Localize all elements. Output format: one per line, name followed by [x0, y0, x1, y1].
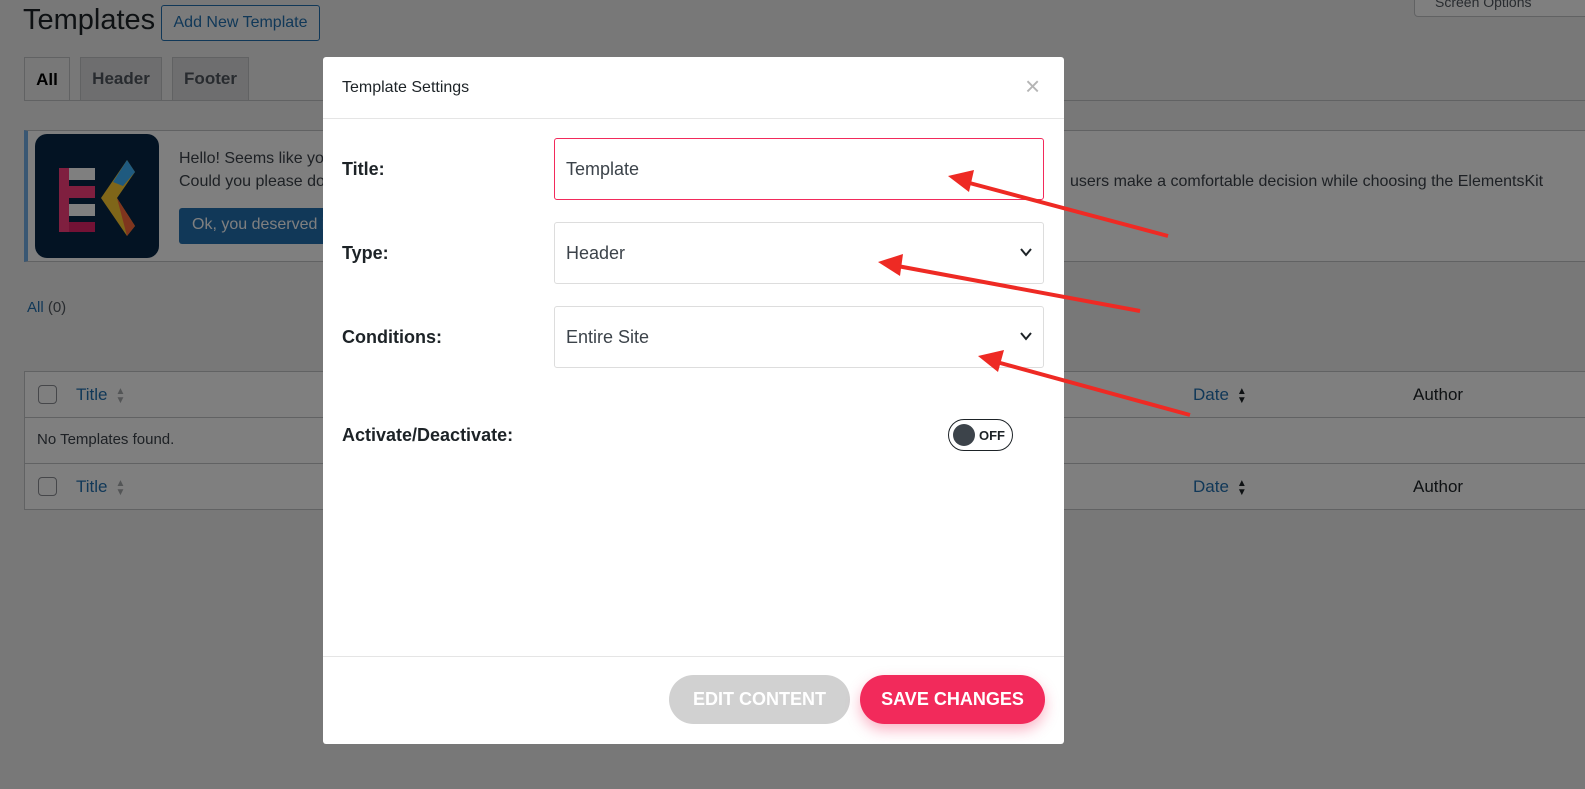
conditions-field-label: Conditions: [342, 327, 442, 347]
title-input-value: Template [566, 158, 640, 179]
activate-toggle[interactable]: OFF [948, 419, 1013, 451]
edit-content-button[interactable]: EDIT CONTENT [669, 675, 850, 724]
activate-field-label: Activate/Deactivate: [342, 425, 514, 445]
template-settings-modal: Template Settings × Title: Template Type… [323, 57, 1064, 744]
conditions-select[interactable]: Entire Site [554, 306, 1044, 368]
modal-title: Template Settings [342, 79, 470, 96]
chevron-down-icon [1020, 248, 1032, 257]
type-select-value: Header [566, 242, 626, 263]
chevron-down-icon [1020, 332, 1032, 341]
save-changes-button[interactable]: SAVE CHANGES [860, 675, 1045, 724]
conditions-select-value: Entire Site [566, 326, 650, 347]
close-icon[interactable]: × [1025, 71, 1040, 101]
title-input[interactable]: Template [554, 138, 1044, 200]
type-field-label: Type: [342, 243, 389, 263]
type-select[interactable]: Header [554, 222, 1044, 284]
toggle-state-label: OFF [979, 428, 1005, 443]
modal-header: Template Settings × [323, 57, 1064, 119]
toggle-knob [953, 424, 975, 446]
modal-footer-divider [323, 656, 1064, 657]
title-field-label: Title: [342, 159, 385, 179]
